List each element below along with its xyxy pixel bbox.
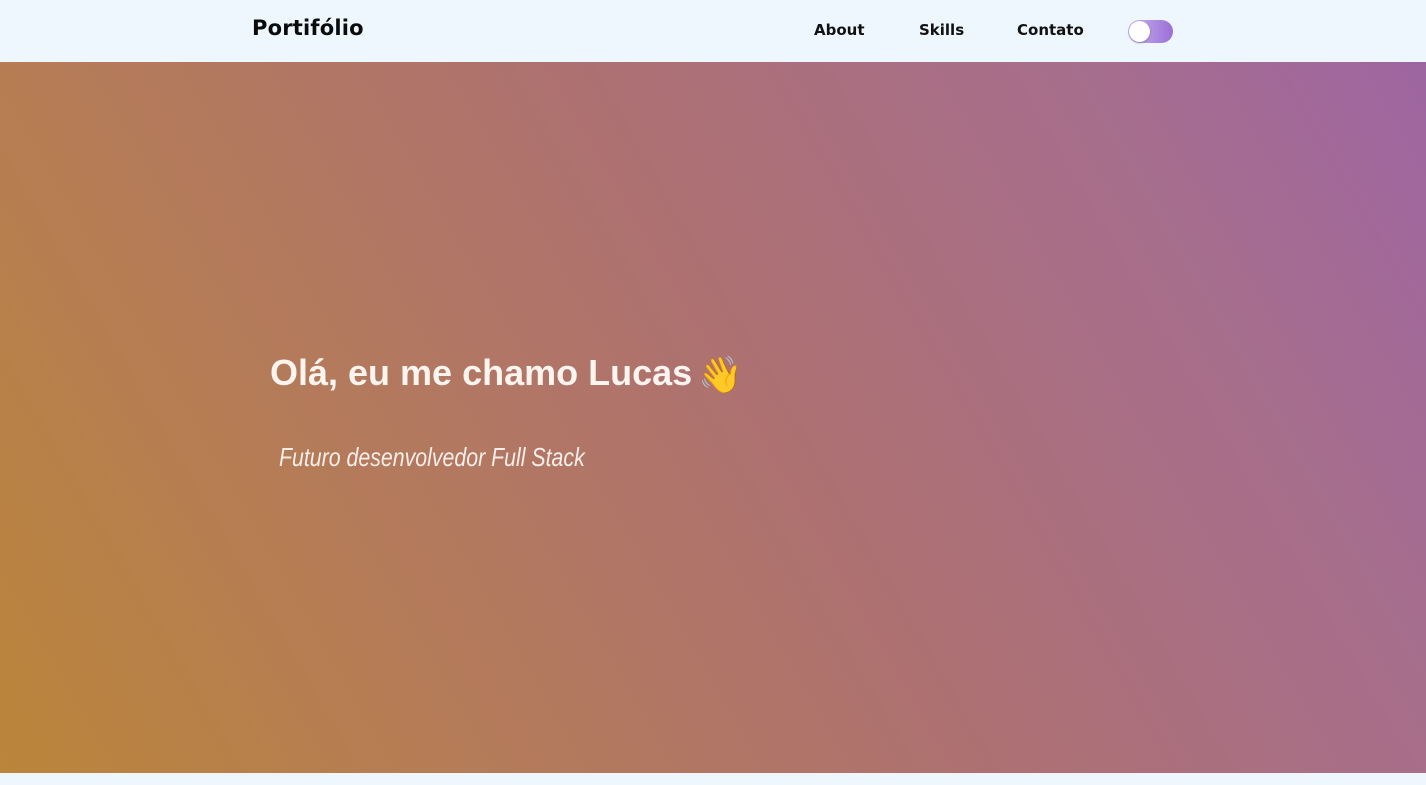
nav-link-skills[interactable]: Skills bbox=[919, 21, 964, 39]
hero-subtitle: Futuro desenvolvedor Full Stack bbox=[279, 442, 585, 472]
nav-link-contato[interactable]: Contato bbox=[1017, 21, 1084, 39]
toggle-knob bbox=[1129, 21, 1150, 42]
page-bottom-strip bbox=[0, 773, 1426, 785]
theme-toggle[interactable] bbox=[1128, 20, 1173, 43]
hero-title-text: Olá, eu me chamo Lucas bbox=[270, 352, 693, 393]
navbar: Portifólio About Skills Contato bbox=[0, 0, 1426, 62]
nav-link-about[interactable]: About bbox=[814, 21, 865, 39]
hero-section: Olá, eu me chamo Lucas 👋 Futuro desenvolv… bbox=[0, 62, 1426, 773]
waving-hand-icon: 👋 bbox=[698, 354, 743, 395]
site-logo[interactable]: Portifólio bbox=[252, 16, 364, 40]
hero-title: Olá, eu me chamo Lucas 👋 bbox=[270, 352, 743, 396]
